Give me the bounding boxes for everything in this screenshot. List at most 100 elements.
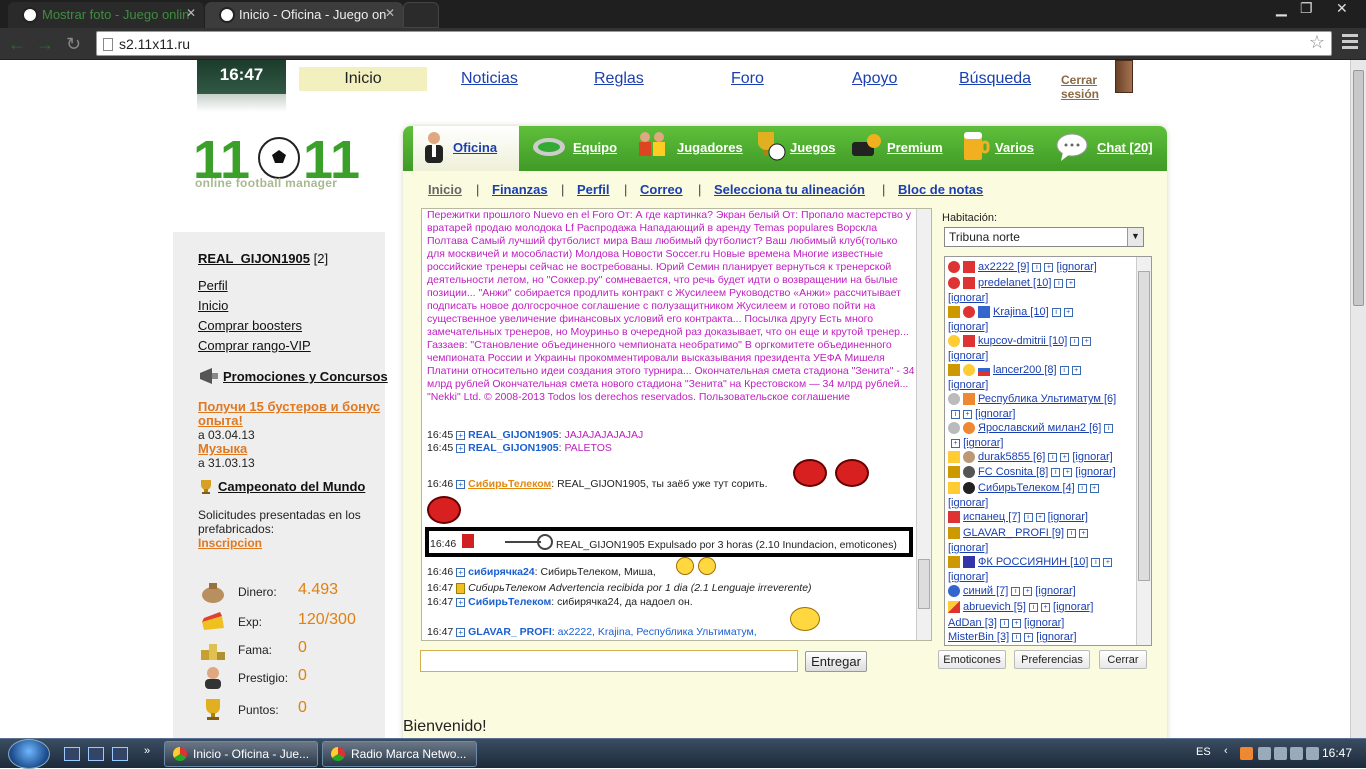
chevron-icon[interactable]: » bbox=[144, 745, 150, 757]
tab-equipo[interactable]: Equipo bbox=[573, 140, 617, 155]
start-button[interactable] bbox=[8, 739, 50, 769]
user-name[interactable]: GLAVAR_ PROFI [9] bbox=[963, 527, 1064, 539]
checklist-icon[interactable] bbox=[112, 747, 128, 761]
plus-icon[interactable]: + bbox=[963, 409, 972, 419]
user-name[interactable]: AdDan [3] bbox=[948, 617, 997, 629]
plus-icon[interactable]: + bbox=[951, 438, 960, 448]
msg-user[interactable]: сибирячка24 bbox=[468, 566, 535, 578]
plus-icon[interactable]: + bbox=[1079, 528, 1089, 538]
tray-app-icon[interactable] bbox=[1240, 747, 1253, 760]
ignore-link[interactable]: [ignorar] bbox=[975, 408, 1015, 420]
ignore-link[interactable]: [ignorar] bbox=[1056, 261, 1096, 273]
subnav-inicio[interactable]: Inicio bbox=[428, 182, 462, 197]
plus-icon[interactable]: + bbox=[1063, 307, 1073, 317]
chat-scrollbar[interactable] bbox=[916, 209, 931, 640]
nav-foro[interactable]: Foro bbox=[731, 70, 764, 88]
sidebar-link-perfil[interactable]: Perfil bbox=[198, 278, 228, 293]
info-icon[interactable]: i bbox=[1023, 512, 1033, 522]
emoticons-button[interactable]: Emoticones bbox=[938, 650, 1006, 669]
ignore-link[interactable]: [ignorar] bbox=[948, 379, 988, 391]
plus-icon[interactable]: + bbox=[456, 430, 466, 440]
plus-icon[interactable]: + bbox=[1011, 618, 1021, 628]
plus-icon[interactable]: + bbox=[1063, 467, 1073, 477]
plus-icon[interactable]: + bbox=[456, 567, 466, 577]
ignore-link[interactable]: [ignorar] bbox=[948, 292, 988, 304]
ignore-link[interactable]: [ignorar] bbox=[1024, 617, 1064, 629]
nav-busqueda[interactable]: Búsqueda bbox=[959, 70, 1031, 88]
ignore-link[interactable]: [ignorar] bbox=[1048, 511, 1088, 523]
ignore-link[interactable]: [ignorar] bbox=[948, 497, 988, 509]
plus-icon[interactable]: + bbox=[1071, 365, 1081, 375]
subnav-bloc-de-notas[interactable]: Bloc de notas bbox=[898, 182, 983, 197]
ignore-link[interactable]: [ignorar] bbox=[948, 321, 988, 333]
user-name[interactable]: Ярославский милан2 [6] bbox=[978, 422, 1101, 434]
bookmark-star-icon[interactable]: ☆ bbox=[1309, 32, 1325, 53]
plus-icon[interactable]: + bbox=[1082, 336, 1092, 346]
close-chat-button[interactable]: Cerrar bbox=[1099, 650, 1147, 669]
tab-oficina[interactable]: Oficina bbox=[453, 140, 497, 155]
info-icon[interactable]: i bbox=[1012, 632, 1022, 642]
chat-log[interactable]: Пережитки прошлого Nuevo en el Foro От: … bbox=[421, 208, 932, 641]
info-icon[interactable]: i bbox=[999, 618, 1009, 628]
info-icon[interactable]: i bbox=[1077, 483, 1087, 493]
info-icon[interactable]: i bbox=[1051, 307, 1061, 317]
ignore-link[interactable]: [ignorar] bbox=[1053, 601, 1093, 613]
sidebar-link-boosters[interactable]: Comprar boosters bbox=[198, 318, 302, 333]
msg-user[interactable]: REAL_GIJON1905 bbox=[468, 442, 558, 454]
user-name[interactable]: durak5855 [6] bbox=[978, 451, 1045, 463]
info-icon[interactable]: i bbox=[1104, 423, 1114, 433]
browser-tab-2[interactable]: Inicio - Oficina - Juego on ✕ bbox=[205, 2, 403, 28]
user-list-scrollbar[interactable] bbox=[1136, 257, 1151, 645]
language-indicator[interactable]: ES bbox=[1196, 746, 1211, 758]
plus-icon[interactable]: + bbox=[1103, 557, 1113, 567]
page-scrollbar[interactable] bbox=[1350, 60, 1366, 738]
subnav-finanzas[interactable]: Finanzas bbox=[492, 182, 548, 197]
plus-icon[interactable]: + bbox=[456, 597, 466, 607]
user-name[interactable]: испанец [7] bbox=[963, 511, 1021, 523]
promo-2-link[interactable]: Музыка bbox=[198, 441, 247, 456]
explorer-icon[interactable] bbox=[88, 747, 104, 761]
tab-varios[interactable]: Varios bbox=[995, 140, 1034, 155]
minimize-icon[interactable]: ▁ bbox=[1276, 0, 1287, 17]
taskbar-item-2[interactable]: Radio Marca Netwo... bbox=[322, 741, 477, 767]
plus-icon[interactable]: + bbox=[456, 627, 466, 637]
ignore-link[interactable]: [ignorar] bbox=[948, 542, 988, 554]
system-clock[interactable]: 16:47 bbox=[1322, 746, 1352, 760]
plus-icon[interactable]: + bbox=[1044, 262, 1054, 272]
username-link[interactable]: REAL_GIJON1905 bbox=[198, 251, 310, 266]
info-icon[interactable]: i bbox=[1048, 452, 1058, 462]
close-icon[interactable]: ✕ bbox=[385, 6, 395, 20]
info-icon[interactable]: i bbox=[1054, 278, 1064, 288]
nav-apoyo[interactable]: Apoyo bbox=[852, 70, 897, 88]
user-name[interactable]: abruevich [5] bbox=[963, 601, 1026, 613]
menu-icon[interactable] bbox=[1342, 34, 1358, 50]
subnav-alineacion[interactable]: Selecciona tu alineación bbox=[714, 182, 865, 197]
tab-chat[interactable]: Chat [20] bbox=[1097, 140, 1153, 155]
close-icon[interactable]: ✕ bbox=[186, 6, 196, 20]
ignore-link[interactable]: [ignorar] bbox=[948, 350, 988, 362]
info-icon[interactable]: i bbox=[1070, 336, 1080, 346]
subnav-perfil[interactable]: Perfil bbox=[577, 182, 610, 197]
chat-input[interactable] bbox=[420, 650, 798, 672]
user-name[interactable]: Республика Ультиматум [6] bbox=[978, 393, 1116, 405]
msg-user[interactable]: СибирьТелеком bbox=[468, 478, 551, 490]
plus-icon[interactable]: + bbox=[1089, 483, 1099, 493]
plus-icon[interactable]: + bbox=[1060, 452, 1070, 462]
info-icon[interactable]: i bbox=[1028, 602, 1038, 612]
plus-icon[interactable]: + bbox=[456, 479, 466, 489]
user-name[interactable]: ФК РОССИЯНИН [10] bbox=[978, 556, 1088, 568]
sidebar-link-inicio[interactable]: Inicio bbox=[198, 298, 228, 313]
nav-inicio[interactable]: Inicio bbox=[299, 67, 427, 91]
plus-icon[interactable]: + bbox=[1066, 278, 1076, 288]
plus-icon[interactable]: + bbox=[1023, 586, 1033, 596]
ignore-link[interactable]: [ignorar] bbox=[1072, 451, 1112, 463]
door-icon[interactable] bbox=[1115, 60, 1133, 93]
user-name[interactable]: predelanet [10] bbox=[978, 277, 1051, 289]
maximize-icon[interactable]: ❐ bbox=[1300, 0, 1313, 17]
logout-link[interactable]: Cerrar sesión bbox=[1061, 73, 1099, 101]
user-name[interactable]: kupcov-dmitrii [10] bbox=[978, 335, 1067, 347]
nav-noticias[interactable]: Noticias bbox=[461, 70, 518, 88]
info-icon[interactable]: i bbox=[1051, 467, 1061, 477]
sidebar-link-vip[interactable]: Comprar rango-VIP bbox=[198, 338, 311, 353]
tray-monitor-icon[interactable] bbox=[1274, 747, 1287, 760]
